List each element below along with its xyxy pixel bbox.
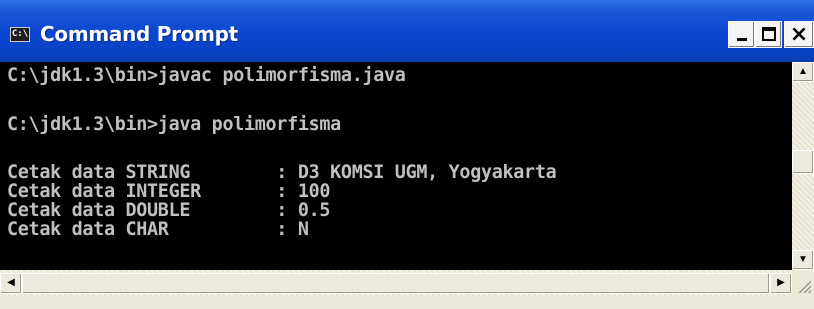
console-line: Cetak data STRING : D3 KOMSI UGM, Yogyak… bbox=[7, 162, 557, 183]
horizontal-scroll-thumb[interactable] bbox=[22, 273, 770, 294]
resize-grip-icon bbox=[797, 279, 811, 293]
close-button[interactable]: × bbox=[784, 21, 814, 48]
console-line: Cetak data INTEGER : 100 bbox=[7, 181, 331, 202]
title-bar[interactable]: C:\ Command Prompt × bbox=[0, 0, 814, 62]
close-icon: × bbox=[789, 22, 809, 47]
vertical-scrollbar[interactable]: ▲ ▼ bbox=[792, 62, 814, 270]
arrow-left-icon: ◀ bbox=[7, 277, 15, 288]
minimize-icon bbox=[737, 38, 747, 41]
horizontal-scrollbar[interactable]: ◀ ▶ bbox=[0, 270, 792, 296]
console-line: C:\jdk1.3\bin>javac polimorfisma.java bbox=[7, 65, 406, 86]
cmd-icon[interactable]: C:\ bbox=[10, 27, 30, 42]
scroll-left-button[interactable]: ◀ bbox=[0, 273, 22, 294]
maximize-icon bbox=[762, 27, 776, 41]
scroll-right-button[interactable]: ▶ bbox=[770, 273, 792, 294]
command-prompt-window: C:\ Command Prompt × C:\jdk1.3\bin>javac… bbox=[0, 0, 814, 309]
arrow-right-icon: ▶ bbox=[777, 277, 785, 288]
window-title: Command Prompt bbox=[40, 22, 238, 46]
maximize-button[interactable] bbox=[755, 21, 782, 48]
scroll-up-button[interactable]: ▲ bbox=[792, 62, 814, 82]
vertical-scroll-thumb[interactable] bbox=[792, 150, 814, 174]
console-output[interactable]: C:\jdk1.3\bin>javac polimorfisma.java C:… bbox=[0, 62, 792, 270]
arrow-up-icon: ▲ bbox=[798, 66, 808, 77]
window-bottom-border bbox=[0, 296, 814, 309]
console-line: Cetak data CHAR : N bbox=[7, 219, 309, 240]
arrow-down-icon: ▼ bbox=[798, 254, 808, 265]
console-line: C:\jdk1.3\bin>java polimorfisma bbox=[7, 114, 341, 135]
scroll-down-button[interactable]: ▼ bbox=[792, 250, 814, 270]
resize-grip[interactable] bbox=[792, 270, 814, 296]
console-line: Cetak data DOUBLE : 0.5 bbox=[7, 200, 331, 221]
minimize-button[interactable] bbox=[728, 21, 755, 48]
